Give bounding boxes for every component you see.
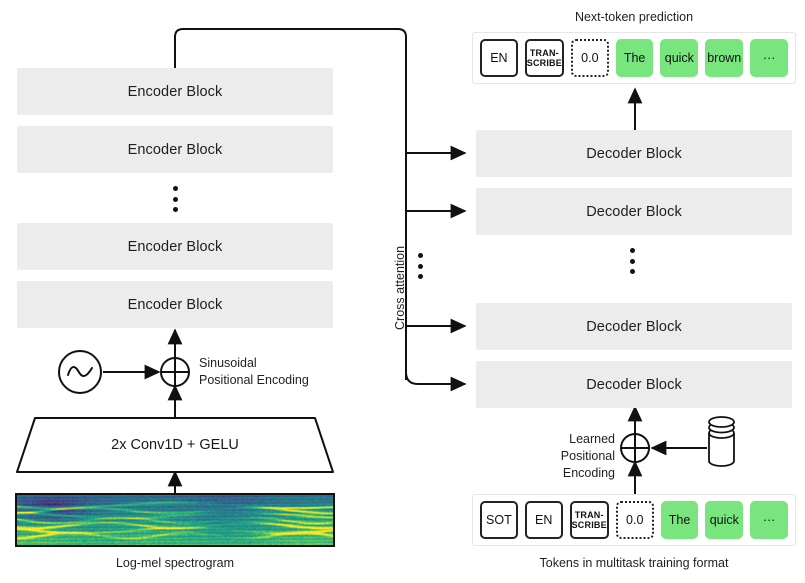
input-token-3[interactable]: 0.0 xyxy=(615,501,654,539)
sine-wave-icon xyxy=(58,350,102,394)
encoder-block-4[interactable]: Encoder Block xyxy=(17,281,333,328)
input-tokens-caption: Tokens in multitask training format xyxy=(539,556,729,570)
token-text: The xyxy=(668,513,691,527)
encoder-block-label: Encoder Block xyxy=(127,83,223,100)
token-text: ··· xyxy=(762,51,776,65)
decoder-block-label: Decoder Block xyxy=(586,145,682,162)
output-token-5[interactable]: brown xyxy=(705,39,744,77)
encoder-block-1[interactable]: Encoder Block xyxy=(17,68,333,115)
token-text: ··· xyxy=(762,513,776,527)
token-text: quick xyxy=(664,51,694,65)
output-token-3[interactable]: The xyxy=(615,39,654,77)
output-token-4[interactable]: quick xyxy=(660,39,699,77)
sinusoidal-label-line2: Positional Encoding xyxy=(199,373,309,387)
decoder-block-label: Decoder Block xyxy=(586,203,682,220)
next-token-prediction-strip: EN TRAN- SCRIBE 0.0 The quick brown ··· xyxy=(472,32,796,84)
encoder-block-3[interactable]: Encoder Block xyxy=(17,223,333,270)
output-token-2[interactable]: 0.0 xyxy=(570,39,609,77)
learned-label-line2: Positional Encoding xyxy=(560,449,615,480)
input-token-4[interactable]: The xyxy=(660,501,699,539)
token-text: quick xyxy=(709,513,739,527)
encoder-block-label: Encoder Block xyxy=(127,296,223,313)
sinusoidal-positional-encoding-label: Sinusoidal Positional Encoding xyxy=(199,355,309,389)
input-token-2[interactable]: TRAN- SCRIBE xyxy=(569,501,609,539)
circled-plus-icon-encoder xyxy=(160,357,190,387)
token-text: SOT xyxy=(486,513,512,527)
learned-positional-encoding-label: Learned Positional Encoding xyxy=(510,431,615,482)
token-text: TRAN- SCRIBE xyxy=(571,510,607,530)
decoder-block-label: Decoder Block xyxy=(586,376,682,393)
cross-attention-label: Cross attention xyxy=(393,245,407,330)
encoder-stack-ellipsis xyxy=(172,186,178,212)
spectrogram-caption: Log-mel spectrogram xyxy=(115,556,235,570)
sinusoidal-label-line1: Sinusoidal xyxy=(199,356,257,370)
token-text: EN xyxy=(535,513,553,527)
conv-frontend-label-wrap: 2x Conv1D + GELU xyxy=(17,418,333,472)
decoder-block-3[interactable]: Decoder Block xyxy=(476,303,792,350)
learned-label-line1: Learned xyxy=(569,432,615,446)
encoder-block-2[interactable]: Encoder Block xyxy=(17,126,333,173)
encoder-block-label: Encoder Block xyxy=(127,141,223,158)
input-token-1[interactable]: EN xyxy=(524,501,563,539)
arrow-crossattn-decoder-4 xyxy=(405,371,467,392)
output-token-0[interactable]: EN xyxy=(480,39,518,77)
decoder-block-4[interactable]: Decoder Block xyxy=(476,361,792,408)
token-text: The xyxy=(623,51,646,65)
decoder-stack-ellipsis xyxy=(629,248,635,274)
token-text: brown xyxy=(707,51,742,65)
conv-frontend-label: 2x Conv1D + GELU xyxy=(111,437,239,453)
database-cylinder-icon xyxy=(708,416,735,467)
cross-attention-ellipsis xyxy=(417,253,423,279)
input-token-5[interactable]: quick xyxy=(705,501,744,539)
log-mel-spectrogram xyxy=(15,493,335,547)
input-token-6[interactable]: ··· xyxy=(750,501,788,539)
decoder-block-1[interactable]: Decoder Block xyxy=(476,130,792,177)
token-text: EN xyxy=(490,51,508,65)
output-token-6[interactable]: ··· xyxy=(750,39,789,77)
encoder-block-label: Encoder Block xyxy=(127,238,223,255)
input-token-0[interactable]: SOT xyxy=(480,501,518,539)
token-text: TRAN- SCRIBE xyxy=(526,48,562,68)
input-tokens-strip: SOT EN TRAN- SCRIBE 0.0 The quick ··· xyxy=(472,494,796,546)
diagram-canvas: Encoder Block Encoder Block Encoder Bloc… xyxy=(0,0,805,583)
token-text: 0.0 xyxy=(626,513,644,527)
circled-plus-icon-decoder xyxy=(620,433,650,463)
decoder-block-label: Decoder Block xyxy=(586,318,682,335)
token-text: 0.0 xyxy=(581,51,599,65)
next-token-prediction-title: Next-token prediction xyxy=(574,10,694,24)
decoder-block-2[interactable]: Decoder Block xyxy=(476,188,792,235)
output-token-1[interactable]: TRAN- SCRIBE xyxy=(524,39,564,77)
